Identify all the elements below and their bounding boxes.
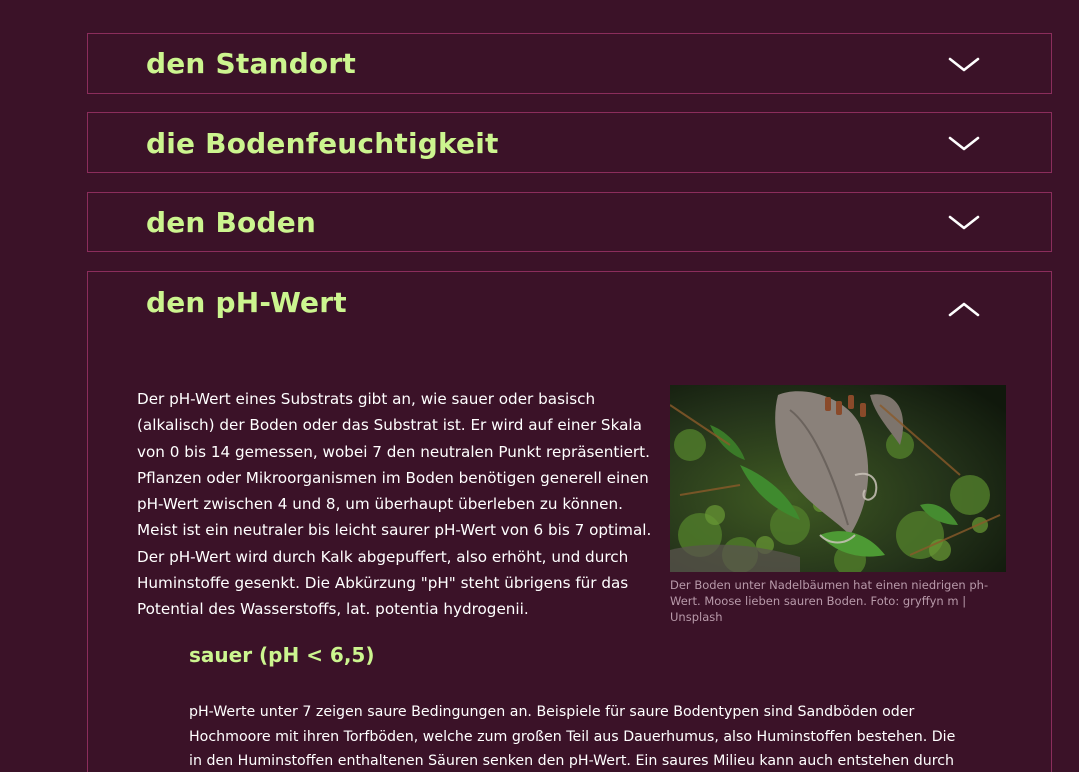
chevron-down-icon[interactable] xyxy=(948,56,980,74)
acidic-subheading: sauer (pH < 6,5) xyxy=(189,643,375,667)
photo-caption: Der Boden unter Nadelbäumen hat einen ni… xyxy=(670,578,989,624)
moss-soil-photo xyxy=(670,385,1006,572)
page: den Standort die Bodenfeuchtigkeit den B… xyxy=(0,0,1079,772)
accordion-item-bodenfeuchtigkeit[interactable]: die Bodenfeuchtigkeit xyxy=(87,112,1052,173)
accordion-item-ph-wert[interactable]: den pH-Wert Der pH-Wert eines Substrats … xyxy=(87,271,1052,772)
accordion-title[interactable]: den Boden xyxy=(146,206,316,239)
photo-illustration xyxy=(670,385,1006,572)
accordion-item-boden[interactable]: den Boden xyxy=(87,192,1052,252)
accordion-title[interactable]: den pH-Wert xyxy=(146,286,347,319)
chevron-up-icon[interactable] xyxy=(948,300,980,318)
acidic-text: pH-Werte unter 7 zeigen saure Bedingunge… xyxy=(189,704,956,769)
accordion-title[interactable]: den Standort xyxy=(146,47,356,80)
accordion-item-standort[interactable]: den Standort xyxy=(87,33,1052,94)
chevron-down-icon[interactable] xyxy=(948,214,980,232)
chevron-down-icon[interactable] xyxy=(948,135,980,153)
accordion-title[interactable]: die Bodenfeuchtigkeit xyxy=(146,127,499,160)
ph-intro-text: Der pH-Wert eines Substrats gibt an, wie… xyxy=(137,390,652,619)
